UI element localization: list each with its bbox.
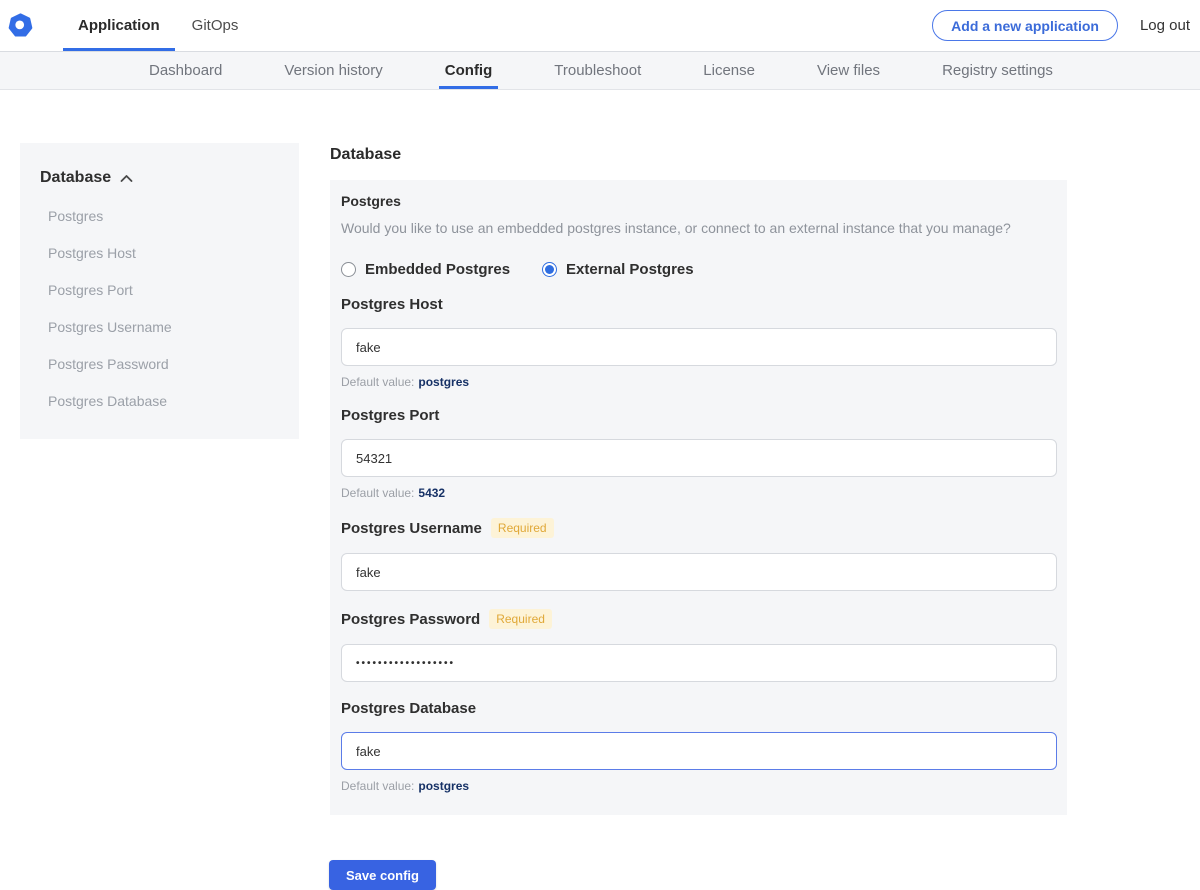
config-sidebar: Database Postgres Postgres Host Postgres… bbox=[20, 143, 299, 439]
subnav-item-view-files[interactable]: View files bbox=[811, 52, 886, 89]
default-value-label: Default value: bbox=[341, 779, 414, 793]
add-new-application-button[interactable]: Add a new application bbox=[932, 10, 1118, 41]
app-subnav: Dashboard Version history Config Trouble… bbox=[0, 52, 1200, 90]
postgres-mode-radio-group: Embedded Postgres External Postgres bbox=[341, 261, 1057, 278]
subnav-item-config[interactable]: Config bbox=[439, 52, 498, 89]
field-label-postgres-username: Postgres Username bbox=[341, 520, 482, 537]
content-area: Database Postgres Postgres Host Postgres… bbox=[0, 90, 1200, 890]
field-postgres-database: Postgres Database Default value: postgres bbox=[341, 700, 1057, 793]
radio-external-label: External Postgres bbox=[566, 261, 694, 278]
sidebar-group-database[interactable]: Database bbox=[40, 169, 279, 187]
postgres-username-input[interactable] bbox=[341, 553, 1057, 591]
radio-embedded-label: Embedded Postgres bbox=[365, 261, 510, 278]
subnav-item-version-history[interactable]: Version history bbox=[278, 52, 388, 89]
default-value-helper: Default value: postgres bbox=[341, 779, 1057, 793]
database-config-panel: Postgres Would you like to use an embedd… bbox=[330, 180, 1067, 815]
config-main: Database Postgres Would you like to use … bbox=[330, 90, 1067, 890]
default-value-label: Default value: bbox=[341, 486, 414, 500]
field-label-postgres-port: Postgres Port bbox=[341, 407, 439, 424]
default-value-text: postgres bbox=[418, 375, 469, 389]
field-postgres-password: Postgres Password Required bbox=[341, 609, 1057, 682]
sidebar-item-postgres[interactable]: Postgres bbox=[40, 208, 279, 224]
subnav-item-dashboard[interactable]: Dashboard bbox=[143, 52, 228, 89]
sidebar-item-postgres-host[interactable]: Postgres Host bbox=[40, 245, 279, 261]
required-badge: Required bbox=[489, 609, 552, 629]
logout-link[interactable]: Log out bbox=[1140, 17, 1190, 34]
postgres-host-input[interactable] bbox=[341, 328, 1057, 366]
postgres-port-input[interactable] bbox=[341, 439, 1057, 477]
field-postgres-username: Postgres Username Required bbox=[341, 518, 1057, 591]
field-label-postgres-password: Postgres Password bbox=[341, 611, 480, 628]
radio-checked-icon bbox=[542, 262, 557, 277]
tab-gitops[interactable]: GitOps bbox=[177, 0, 254, 51]
radio-external-postgres[interactable]: External Postgres bbox=[542, 261, 694, 278]
postgres-group-help-text: Would you like to use an embedded postgr… bbox=[341, 220, 1057, 236]
sidebar-item-postgres-username[interactable]: Postgres Username bbox=[40, 319, 279, 335]
top-nav: Application GitOps Add a new application… bbox=[0, 0, 1200, 52]
sidebar-item-postgres-password[interactable]: Postgres Password bbox=[40, 356, 279, 372]
tab-application[interactable]: Application bbox=[63, 0, 175, 51]
app-logo[interactable] bbox=[8, 0, 33, 51]
save-config-button[interactable]: Save config bbox=[329, 860, 436, 890]
radio-embedded-postgres[interactable]: Embedded Postgres bbox=[341, 261, 510, 278]
page-title: Database bbox=[330, 146, 1067, 164]
subnav-item-troubleshoot[interactable]: Troubleshoot bbox=[548, 52, 647, 89]
default-value-helper: Default value: postgres bbox=[341, 375, 1057, 389]
default-value-text: 5432 bbox=[418, 486, 445, 500]
default-value-label: Default value: bbox=[341, 375, 414, 389]
postgres-database-input[interactable] bbox=[341, 732, 1057, 770]
field-label-postgres-database: Postgres Database bbox=[341, 700, 476, 717]
subnav-item-license[interactable]: License bbox=[697, 52, 761, 89]
sidebar-item-postgres-database[interactable]: Postgres Database bbox=[40, 393, 279, 409]
subnav-item-registry-settings[interactable]: Registry settings bbox=[936, 52, 1059, 89]
field-label-postgres-host: Postgres Host bbox=[341, 296, 443, 313]
sidebar-item-postgres-port[interactable]: Postgres Port bbox=[40, 282, 279, 298]
chevron-up-icon bbox=[120, 174, 133, 183]
sidebar-item-list: Postgres Postgres Host Postgres Port Pos… bbox=[40, 208, 279, 409]
postgres-password-input[interactable] bbox=[341, 644, 1057, 682]
top-tabs: Application GitOps bbox=[63, 0, 255, 51]
app-logo-icon bbox=[8, 13, 33, 38]
default-value-text: postgres bbox=[418, 779, 469, 793]
sidebar-group-label: Database bbox=[40, 169, 111, 187]
default-value-helper: Default value: 5432 bbox=[341, 486, 1057, 500]
top-nav-right: Add a new application Log out bbox=[932, 0, 1200, 51]
radio-unchecked-icon bbox=[341, 262, 356, 277]
required-badge: Required bbox=[491, 518, 554, 538]
field-postgres-host: Postgres Host Default value: postgres bbox=[341, 296, 1057, 389]
postgres-group-label: Postgres bbox=[341, 193, 1057, 209]
field-postgres-port: Postgres Port Default value: 5432 bbox=[341, 407, 1057, 500]
